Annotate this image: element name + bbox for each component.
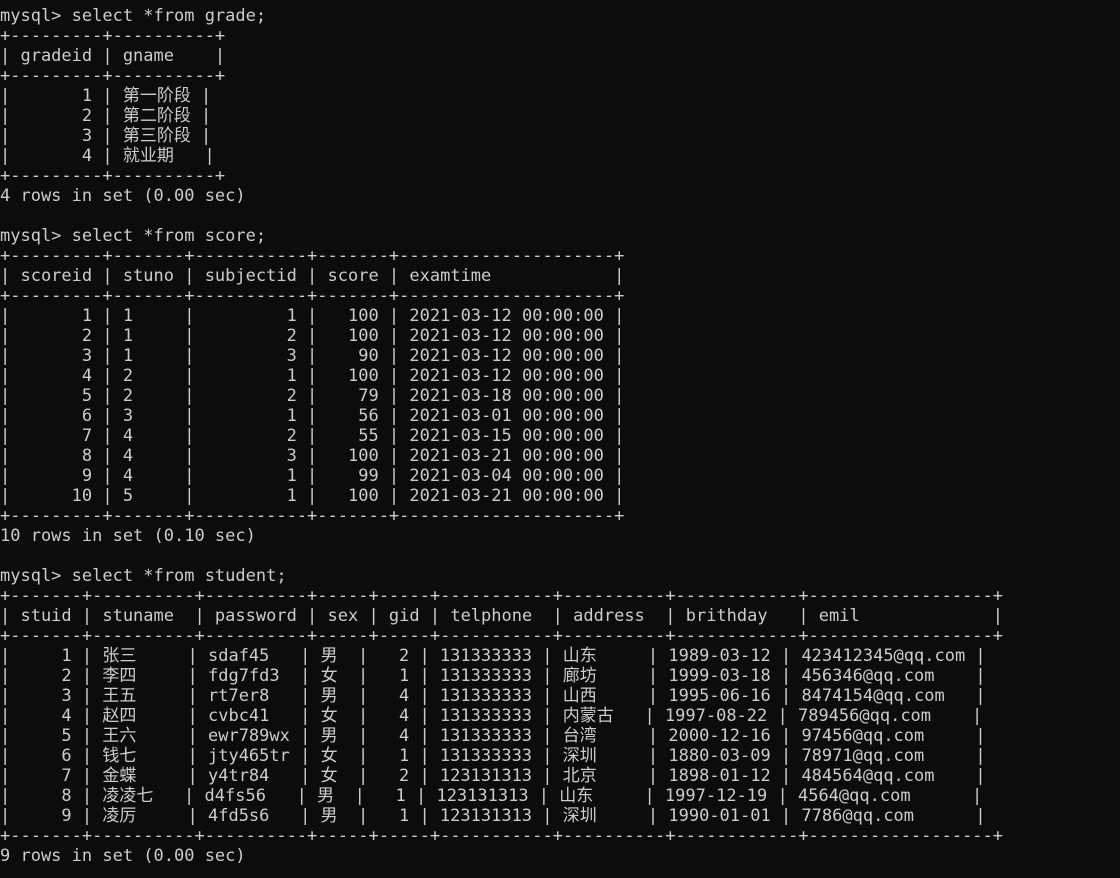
terminal-line: | 3 | 1 | 3 | 90 | 2021-03-12 00:00:00 | bbox=[0, 346, 625, 366]
terminal-line: | scoreid | stuno | subjectid | score | … bbox=[0, 266, 625, 286]
terminal-line: | 5 | 2 | 2 | 79 | 2021-03-18 00:00:00 | bbox=[0, 386, 625, 406]
terminal-line: | 4 | 就业期 | bbox=[0, 146, 215, 166]
terminal-line: | 2 | 李四 | fdg7fd3 | 女 | 1 | 131333333 |… bbox=[0, 666, 986, 686]
terminal-line: +---------+----------+ bbox=[0, 166, 226, 186]
terminal-line: | 9 | 凌厉 | 4fd5s6 | 男 | 1 | 123131313 | … bbox=[0, 806, 986, 826]
terminal-line: | 2 | 第二阶段 | bbox=[0, 106, 212, 126]
terminal-line: | 1 | 1 | 1 | 100 | 2021-03-12 00:00:00 … bbox=[0, 306, 625, 326]
terminal-line: +---------+-------+-----------+-------+-… bbox=[0, 246, 625, 266]
terminal-line: | 4 | 赵四 | cvbc41 | 女 | 4 | 131333333 | … bbox=[0, 706, 983, 726]
terminal-line: | 5 | 王六 | ewr789wx | 男 | 4 | 131333333 … bbox=[0, 726, 986, 746]
terminal-line: | 10 | 5 | 1 | 100 | 2021-03-21 00:00:00… bbox=[0, 486, 625, 506]
terminal-line: 9 rows in set (0.00 sec) bbox=[0, 846, 246, 866]
terminal-line: | gradeid | gname | bbox=[0, 46, 226, 66]
terminal-line: | 3 | 第三阶段 | bbox=[0, 126, 212, 146]
terminal-line: | 8 | 凌凌七 | d4fs56 | 男 | 1 | 123131313 |… bbox=[0, 786, 983, 806]
terminal-line: | 1 | 张三 | sdaf45 | 男 | 2 | 131333333 | … bbox=[0, 646, 986, 666]
terminal-line: | 6 | 3 | 1 | 56 | 2021-03-01 00:00:00 | bbox=[0, 406, 625, 426]
terminal-line: | stuid | stuname | password | sex | gid… bbox=[0, 606, 1004, 626]
terminal-line: | 7 | 4 | 2 | 55 | 2021-03-15 00:00:00 | bbox=[0, 426, 625, 446]
terminal-line: +---------+----------+ bbox=[0, 26, 226, 46]
terminal-line: +-------+----------+----------+-----+---… bbox=[0, 586, 1004, 606]
terminal-line: +---------+-------+-----------+-------+-… bbox=[0, 506, 625, 526]
terminal-line: mysql> select *from grade; bbox=[0, 6, 267, 26]
terminal-line: mysql> select *from student; bbox=[0, 566, 287, 586]
terminal-line: +-------+----------+----------+-----+---… bbox=[0, 626, 1004, 646]
terminal-line: +-------+----------+----------+-----+---… bbox=[0, 826, 1004, 846]
terminal-line: 10 rows in set (0.10 sec) bbox=[0, 526, 256, 546]
terminal-line: 4 rows in set (0.00 sec) bbox=[0, 186, 246, 206]
terminal-line: | 8 | 4 | 3 | 100 | 2021-03-21 00:00:00 … bbox=[0, 446, 625, 466]
terminal-line: | 6 | 钱七 | jty465tr | 女 | 1 | 131333333 … bbox=[0, 746, 986, 766]
terminal-line: +---------+----------+ bbox=[0, 66, 226, 86]
terminal-line: | 3 | 王五 | rt7er8 | 男 | 4 | 131333333 | … bbox=[0, 686, 986, 706]
terminal-line: | 1 | 第一阶段 | bbox=[0, 86, 212, 106]
terminal-line: | 2 | 1 | 2 | 100 | 2021-03-12 00:00:00 … bbox=[0, 326, 625, 346]
terminal-line: | 4 | 2 | 1 | 100 | 2021-03-12 00:00:00 … bbox=[0, 366, 625, 386]
terminal-line: | 7 | 金蝶 | y4tr84 | 女 | 2 | 123131313 | … bbox=[0, 766, 986, 786]
terminal-output: mysql> select *from grade; +---------+---… bbox=[0, 6, 1003, 866]
terminal-line: +---------+-------+-----------+-------+-… bbox=[0, 286, 625, 306]
terminal-line: mysql> select *from score; bbox=[0, 226, 267, 246]
terminal-line: | 9 | 4 | 1 | 99 | 2021-03-04 00:00:00 | bbox=[0, 466, 625, 486]
